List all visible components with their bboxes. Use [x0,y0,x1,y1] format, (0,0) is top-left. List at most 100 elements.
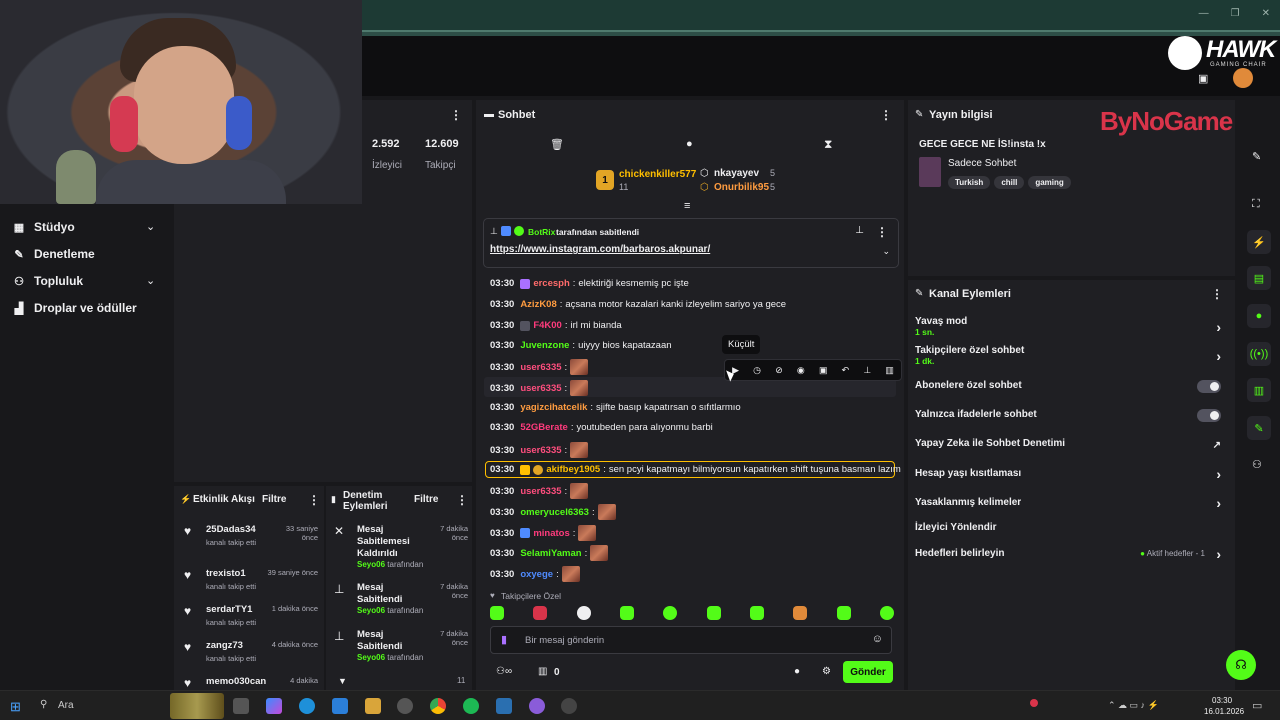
emote-button[interactable] [619,606,634,620]
message-user[interactable]: 52GBerate [520,422,568,433]
document-icon[interactable]: ▤ [1247,266,1271,290]
chat-bubble-icon[interactable]: ● [794,666,800,677]
leader-name[interactable]: nkayayev [714,168,759,179]
chrome-icon[interactable] [430,698,446,714]
chat-message[interactable]: 03:30 akifbey1905: sen pcyi kapatmayı bi… [490,464,901,475]
more-options-icon[interactable]: ⋮ [1211,287,1223,301]
message-user[interactable]: user6335 [520,486,561,497]
emoji-icon[interactable]: ☺ [872,633,883,645]
action-followers-only[interactable]: Takipçilere özel sohbet 1 dk. › [915,345,1227,366]
subscribers-only-toggle[interactable] [1197,380,1221,393]
send-button[interactable]: Gönder [843,661,893,683]
edge-icon[interactable] [299,698,315,714]
discord-icon[interactable] [529,698,545,714]
more-options-icon[interactable]: ⋮ [308,493,320,507]
action-emotes-only[interactable]: Yalnızca ifadelerle sohbet [915,409,1227,422]
camera-icon[interactable]: ▣ [1198,72,1208,85]
emote-button[interactable] [749,606,764,620]
chevron-right-icon[interactable]: › [1216,319,1221,335]
emote-button[interactable] [663,606,678,620]
emote-button[interactable] [576,606,591,620]
clock-icon[interactable]: ◷ [753,365,761,376]
message-user[interactable]: Juvenzone [520,340,569,351]
system-tray-icons[interactable]: ⌃ ☁ ▭ ♪ ⚡ [1108,700,1159,711]
leader-name[interactable]: chickenkiller577 [619,169,696,180]
search-icon[interactable]: ⚲ [40,699,47,710]
message-user[interactable]: akifbey1905 [546,464,600,475]
reply-icon[interactable]: ◉ [797,365,805,376]
gear-icon[interactable]: ⚙ [822,666,831,677]
action-account-age[interactable]: Hesap yaşı kısıtlaması › [915,466,1227,482]
action-goals[interactable]: Hedefleri belirleyin ● Aktif hedefler - … [915,546,1227,562]
chat-message[interactable]: 03:30 AzizK08: açsana motor kazalari kan… [490,299,786,310]
mod-user[interactable]: Seyo06 [357,653,385,662]
external-link-icon[interactable]: ↗ [1213,440,1221,451]
message-user[interactable]: minatos [533,528,569,539]
nav-item-community[interactable]: ⚇ Topluluk [12,274,83,288]
trash-icon[interactable]: ▥ [885,365,894,376]
emote-button[interactable] [706,606,721,620]
windows-start-icon[interactable]: ⊞ [10,699,21,715]
minimize-button[interactable]: — [1199,8,1209,19]
message-user[interactable]: ercesph [533,278,569,289]
tag[interactable]: Turkish [948,176,991,189]
file-explorer-icon[interactable] [365,698,381,714]
action-banned-words[interactable]: Yasaklanmış kelimeler › [915,495,1227,511]
collapse-leaderboard-icon[interactable]: ≡ [684,200,690,212]
fullscreen-icon[interactable]: ⛶ [1252,198,1260,211]
more-options-icon[interactable]: ⋮ [880,108,892,122]
xbox-icon[interactable] [397,698,413,714]
trash-icon[interactable]: 🗑 [550,138,564,151]
nav-item-moderation[interactable]: ✎ Denetleme [12,247,94,261]
community-icon[interactable]: ⚇ [1252,458,1262,471]
close-window-button[interactable]: ✕ [1262,8,1270,19]
chevron-down-icon[interactable]: ⌄ [146,274,155,287]
pinned-by[interactable]: BotRix [528,227,555,237]
tag[interactable]: chill [994,176,1025,189]
action-slow-mode[interactable]: Yavaş mod 1 sn. › [915,316,1227,337]
emote-button[interactable] [533,606,548,620]
message-user[interactable]: F4K00 [533,320,562,331]
nav-item-drops[interactable]: ▟ Droplar ve ödüller [12,301,137,315]
emote-button[interactable] [879,606,894,620]
chat-message[interactable]: 03:30 oxyege: [490,566,580,582]
task-view-icon[interactable] [233,698,249,714]
users-icon[interactable]: ⚇∞ [496,666,512,677]
notifications-icon[interactable]: ▭ [1252,699,1262,712]
pinned-link[interactable]: https://www.instagram.com/barbaros.akpun… [490,244,710,255]
lightning-icon[interactable]: ⚡ [1247,230,1271,254]
pin-icon[interactable]: ⊥ [855,225,864,236]
chat-message[interactable]: 03:30 user6335: [490,380,589,396]
chevron-right-icon[interactable]: › [1216,495,1221,511]
taskbar-search[interactable]: Ara [58,700,74,711]
chat-message[interactable]: 03:30 SelamiYaman: [490,545,609,561]
chevron-down-icon[interactable]: ▼ [338,676,347,686]
broadcast-icon[interactable]: ((•)) [1247,342,1271,366]
chat-message[interactable]: 03:30 F4K00: irl mi bianda [490,320,622,331]
widget-image[interactable] [170,693,224,719]
no-emote-icon[interactable]: ⊘ [775,365,783,376]
message-user[interactable]: yagizcihatcelik [520,402,587,413]
chat-message[interactable]: 03:30 yagizcihatcelik: sjifte basıp kapa… [490,402,741,413]
category-thumbnail[interactable] [919,157,941,187]
obs-icon[interactable] [561,698,577,714]
gift-icon[interactable]: ▥ [538,666,547,677]
message-user[interactable]: omeryucel6363 [520,507,589,518]
chevron-down-icon[interactable]: ⌄ [882,246,890,257]
chat-message[interactable]: 03:30 minatos: [490,525,597,541]
emote-button[interactable] [793,606,808,620]
copilot-icon[interactable] [266,698,282,714]
copy-icon[interactable]: ▣ [819,365,828,376]
layout-icon[interactable]: ▥ [1247,378,1271,402]
chat-message[interactable]: 03:30 omeryucel6363: [490,504,616,520]
chat-input[interactable]: ▮ Bir mesaj gönderin ☺ [490,626,892,654]
chevron-down-icon[interactable]: ⌄ [146,220,155,233]
chat-icon[interactable]: ● [1247,304,1271,328]
filter-button[interactable]: Filtre [414,494,438,505]
chat-message[interactable]: 03:30 user6335: [490,442,589,458]
avatar[interactable] [1233,68,1253,88]
action-subscribers-only[interactable]: Abonelere özel sohbet [915,380,1227,393]
more-options-icon[interactable]: ⋮ [456,493,468,507]
chevron-right-icon[interactable]: › [1216,348,1221,364]
tag[interactable]: gaming [1028,176,1071,189]
